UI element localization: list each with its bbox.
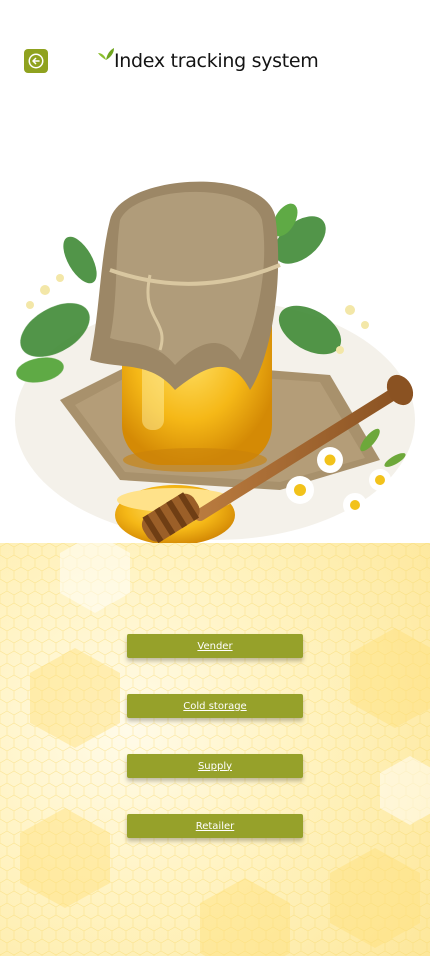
leaf-icon — [98, 48, 114, 60]
cold-storage-button[interactable]: Cold storage — [127, 694, 303, 718]
arrow-left-icon — [28, 53, 44, 69]
header: Index tracking system — [0, 0, 430, 120]
retailer-button-label: Retailer — [195, 820, 235, 832]
retailer-button[interactable]: Retailer — [127, 814, 303, 838]
cold-storage-button-label: Cold storage — [183, 700, 247, 712]
honeycomb-background — [0, 543, 430, 956]
vender-button-label: Vender — [197, 640, 233, 652]
hero-image — [0, 160, 430, 544]
supply-button[interactable]: Supply — [127, 754, 303, 778]
vender-button[interactable]: Vender — [127, 634, 303, 658]
back-button[interactable] — [24, 49, 48, 73]
menu-panel: Vender Cold storage Supply Retailer — [0, 543, 430, 956]
supply-button-label: Supply — [197, 760, 233, 772]
page-title: Index tracking system — [114, 50, 319, 72]
